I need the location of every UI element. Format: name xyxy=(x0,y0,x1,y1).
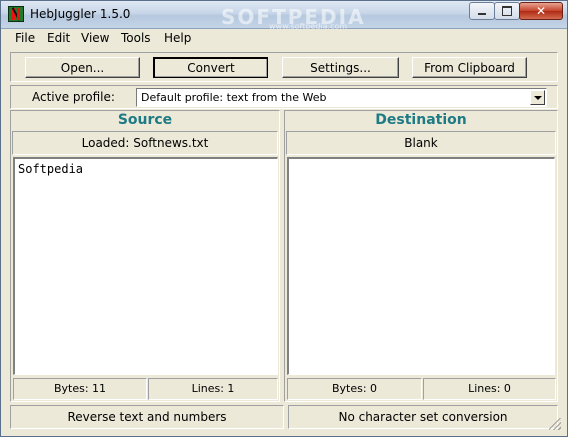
resize-grip-icon[interactable] xyxy=(549,418,561,430)
source-bytes: Bytes: 11 xyxy=(13,378,147,400)
maximize-button[interactable] xyxy=(494,2,520,20)
destination-text-area[interactable] xyxy=(287,157,555,375)
app-icon[interactable] xyxy=(8,6,24,22)
menu-help[interactable]: Help xyxy=(164,31,191,45)
destination-bytes: Bytes: 0 xyxy=(287,378,422,400)
minimize-button[interactable] xyxy=(469,2,495,20)
maximize-icon xyxy=(502,6,512,16)
menu-view[interactable]: View xyxy=(81,31,109,45)
open-button[interactable]: Open... xyxy=(25,57,140,78)
menu-bar: File Edit View Tools Help xyxy=(1,29,567,48)
title-bar[interactable]: HebJuggler 1.5.0 SOFTPEDIA www.softpedia… xyxy=(1,1,567,31)
settings-button[interactable]: Settings... xyxy=(282,57,399,78)
active-profile-label: Active profile: xyxy=(32,90,115,104)
from-clipboard-button[interactable]: From Clipboard xyxy=(412,57,527,78)
source-heading: Source xyxy=(117,112,173,128)
source-text-area[interactable]: Softpedia xyxy=(13,157,278,375)
destination-heading: Destination xyxy=(375,112,467,128)
close-icon: ✕ xyxy=(535,4,547,18)
close-button[interactable]: ✕ xyxy=(519,2,563,20)
minimize-icon xyxy=(478,13,486,15)
active-profile-value: Default profile: text from the Web xyxy=(141,91,327,104)
active-profile-select[interactable]: Default profile: text from the Web xyxy=(136,88,547,107)
menu-file[interactable]: File xyxy=(15,31,35,45)
convert-button[interactable]: Convert xyxy=(153,57,268,78)
status-charset: No character set conversion xyxy=(288,405,558,429)
destination-lines: Lines: 0 xyxy=(423,378,556,400)
dropdown-arrow-icon[interactable] xyxy=(530,90,545,105)
app-window: HebJuggler 1.5.0 SOFTPEDIA www.softpedia… xyxy=(0,0,568,437)
source-status: Loaded: Softnews.txt xyxy=(12,131,278,155)
source-lines: Lines: 1 xyxy=(148,378,278,400)
menu-tools[interactable]: Tools xyxy=(121,31,151,45)
menu-edit[interactable]: Edit xyxy=(47,31,70,45)
status-reverse: Reverse text and numbers xyxy=(10,405,284,429)
window-title: HebJuggler 1.5.0 xyxy=(30,7,131,21)
destination-status: Blank xyxy=(286,131,556,155)
